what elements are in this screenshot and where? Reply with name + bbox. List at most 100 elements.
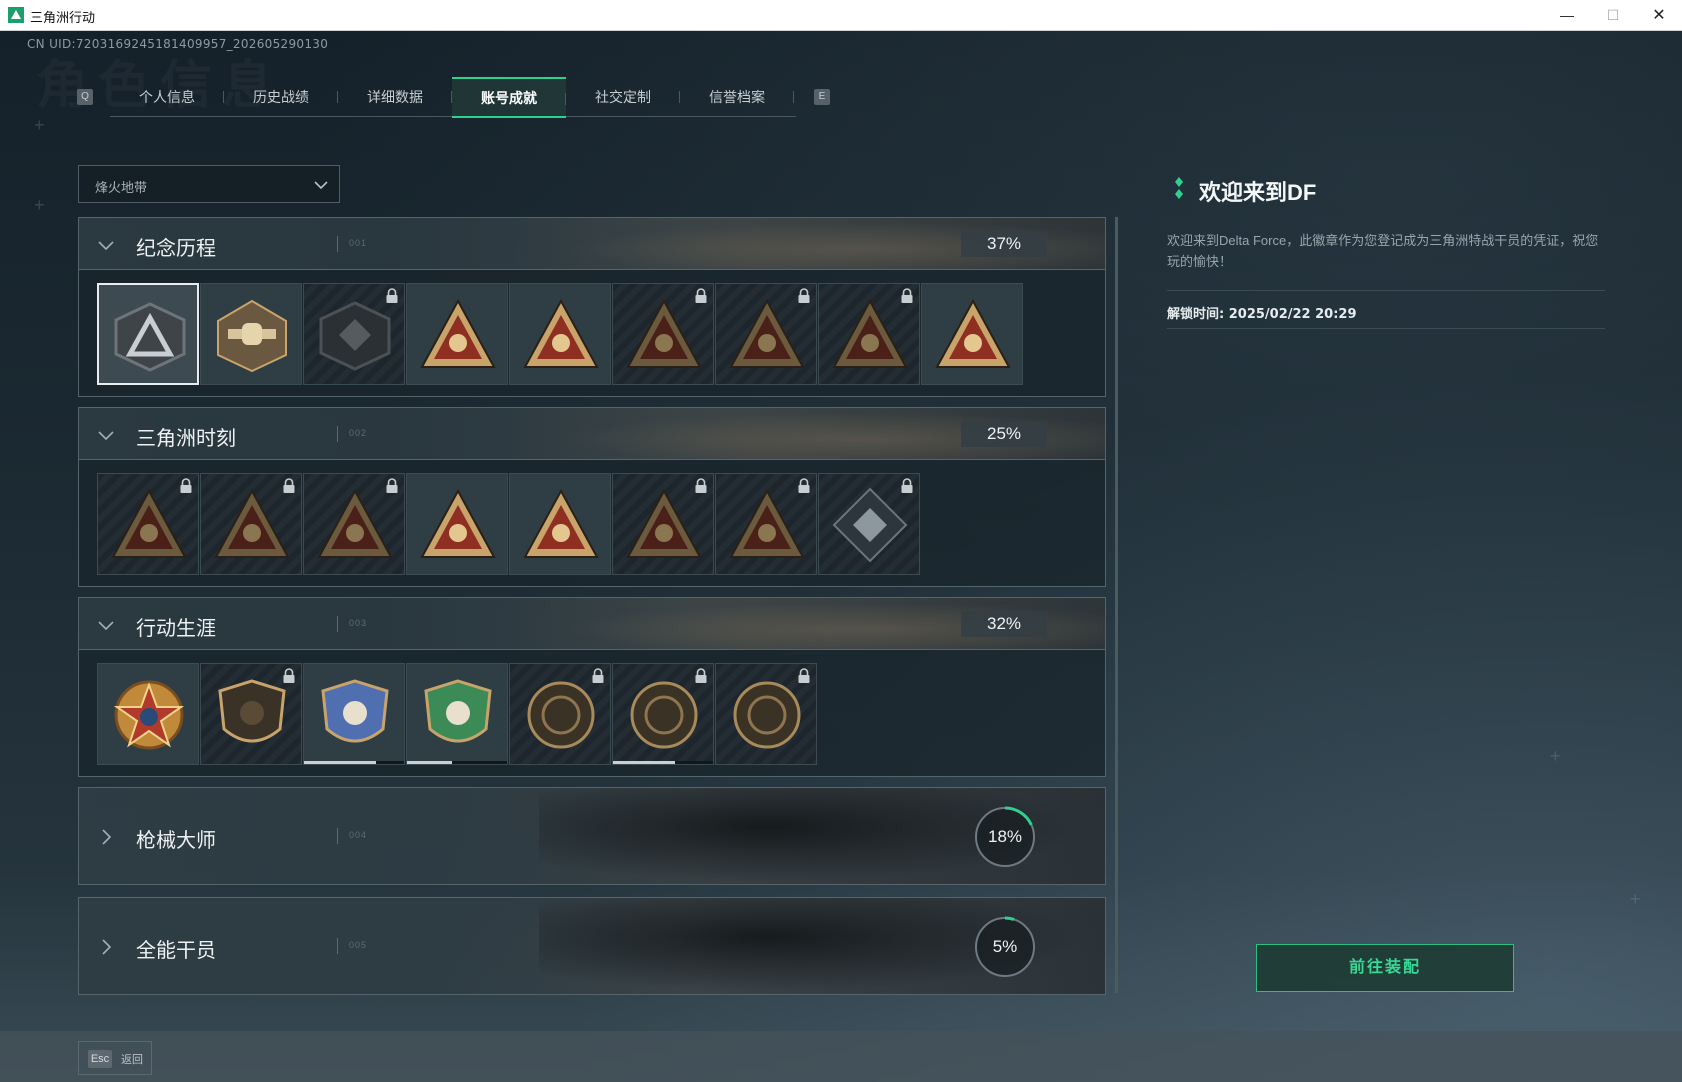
category-weapon-master[interactable]: 枪械大师 004 18% <box>78 787 1106 885</box>
category-number: 002 <box>349 428 368 438</box>
category-title: 行动生涯 <box>136 618 216 640</box>
category-title: 纪念历程 <box>136 238 216 260</box>
chevron-right-icon <box>102 939 112 955</box>
badge-progress-fill <box>304 761 376 764</box>
lock-icon <box>798 288 810 303</box>
achievement-badge[interactable] <box>406 663 508 765</box>
gem-triangle-badge-icon <box>420 488 496 558</box>
tab-history[interactable]: 历史战绩 <box>224 77 338 117</box>
helmet-coin-icon <box>527 681 595 749</box>
achievement-badge[interactable] <box>406 473 508 575</box>
achievement-badge[interactable] <box>612 283 714 385</box>
divider <box>337 236 338 252</box>
achievement-badge[interactable] <box>97 473 199 575</box>
achievement-badge[interactable] <box>200 473 302 575</box>
category-progress-percent: 25% <box>961 421 1047 447</box>
back-button[interactable]: Esc 返回 <box>78 1041 152 1075</box>
achievement-badge[interactable] <box>303 473 405 575</box>
achievement-badge[interactable] <box>509 473 611 575</box>
green-diamond-icon <box>1175 177 1183 199</box>
mode-select-value: 烽火地带 <box>95 180 148 195</box>
divider <box>337 828 338 844</box>
category-progress-percent: 18% <box>987 827 1023 846</box>
skull-coin-icon <box>630 681 698 749</box>
achievement-badge[interactable] <box>97 283 199 385</box>
category-memorial: 纪念历程 001 37% <box>78 217 1106 397</box>
runner-triangle-badge-icon <box>317 488 393 558</box>
tab-social-customize[interactable]: 社交定制 <box>566 77 680 117</box>
minimize-button[interactable]: — <box>1544 0 1590 31</box>
tab-detailed-data[interactable]: 详细数据 <box>338 77 452 117</box>
category-number: 004 <box>349 830 368 840</box>
medkit-triangle-badge-icon <box>214 488 290 558</box>
game-viewport: 角色信息 CN UID:7203169245181409957_20260529… <box>0 31 1682 1082</box>
progress-ring: 18% <box>973 805 1037 869</box>
achievement-badge[interactable] <box>818 473 920 575</box>
achievement-badge[interactable] <box>200 283 302 385</box>
mode-select[interactable]: 烽火地带 <box>78 165 340 203</box>
category-number: 005 <box>349 940 368 950</box>
cube-diamond-badge-icon <box>832 487 908 563</box>
tab-achievements[interactable]: 账号成就 <box>452 77 566 118</box>
badge-grid <box>79 650 1105 777</box>
beast-triangle-badge-icon <box>626 488 702 558</box>
tab-personal-info[interactable]: 个人信息 <box>110 77 224 117</box>
tab-reputation[interactable]: 信誉档案 <box>680 77 794 117</box>
operator-triangle-badge-icon <box>729 298 805 368</box>
eye-coin-icon <box>733 681 801 749</box>
achievement-badge[interactable] <box>509 663 611 765</box>
unlock-time: 解锁时间: 2025/02/22 20:29 <box>1167 307 1357 322</box>
category-header[interactable]: 行动生涯 003 32% <box>79 598 1105 650</box>
badge-progress-fill <box>613 761 675 764</box>
achievement-badge[interactable] <box>715 663 817 765</box>
achievement-description: 欢迎来到Delta Force，此徽章作为您登记成为三角洲特战干员的凭证，祝您玩… <box>1167 233 1599 269</box>
chevron-down-icon <box>98 431 114 441</box>
lock-icon <box>180 478 192 493</box>
achievement-badge[interactable] <box>509 283 611 385</box>
achievement-list: 纪念历程 001 37% 三角洲时刻 002 25% 行动生涯 003 32% … <box>78 217 1110 995</box>
prev-tab-key-hint[interactable]: Q <box>77 89 93 105</box>
badge-progress-fill <box>407 761 452 764</box>
achievement-badge[interactable] <box>97 663 199 765</box>
fish-triangle-badge-icon <box>729 488 805 558</box>
achievement-badge[interactable] <box>921 283 1023 385</box>
lock-icon <box>901 288 913 303</box>
achievement-badge[interactable] <box>715 473 817 575</box>
category-title: 全能干员 <box>136 940 216 962</box>
maximize-button[interactable]: ☐ <box>1590 0 1636 31</box>
chevron-down-icon <box>314 181 328 190</box>
achievement-badge[interactable] <box>406 283 508 385</box>
armored-triangle-badge-icon <box>626 298 702 368</box>
chevron-right-icon <box>102 829 112 845</box>
achievement-badge[interactable] <box>612 663 714 765</box>
close-window-button[interactable]: ✕ <box>1636 0 1682 31</box>
achievement-badge[interactable] <box>612 473 714 575</box>
achievement-badge[interactable] <box>303 663 405 765</box>
lock-icon <box>283 478 295 493</box>
divider <box>337 938 338 954</box>
list-scrollbar[interactable] <box>1115 217 1118 993</box>
achievement-badge[interactable] <box>303 283 405 385</box>
category-header[interactable]: 三角洲时刻 002 25% <box>79 408 1105 460</box>
category-number: 001 <box>349 238 368 248</box>
squad-triangle-badge-icon <box>523 488 599 558</box>
crosshair-decoration-icon: + <box>1550 746 1561 766</box>
category-all-round-operator[interactable]: 全能干员 005 5% <box>78 897 1106 995</box>
go-equip-button[interactable]: 前往装配 <box>1256 944 1514 992</box>
progress-ring: 5% <box>973 915 1037 979</box>
crosshair-decoration-icon: + <box>34 115 45 135</box>
achievement-badge[interactable] <box>200 663 302 765</box>
lock-icon <box>386 478 398 493</box>
achievement-badge[interactable] <box>818 283 920 385</box>
window-titlebar: 三角洲行动 — ☐ ✕ <box>0 0 1682 31</box>
achievement-badge[interactable] <box>715 283 817 385</box>
bottom-bar: Esc 返回 <box>0 1031 1682 1082</box>
next-tab-key-hint[interactable]: E <box>814 89 830 105</box>
category-career: 行动生涯 003 32% <box>78 597 1106 777</box>
category-header[interactable]: 纪念历程 001 37% <box>79 218 1105 270</box>
lock-icon <box>798 668 810 683</box>
category-progress-percent: 37% <box>961 231 1047 257</box>
helicopter-badge-icon <box>217 299 287 373</box>
divider <box>1167 290 1605 291</box>
divider <box>337 616 338 632</box>
